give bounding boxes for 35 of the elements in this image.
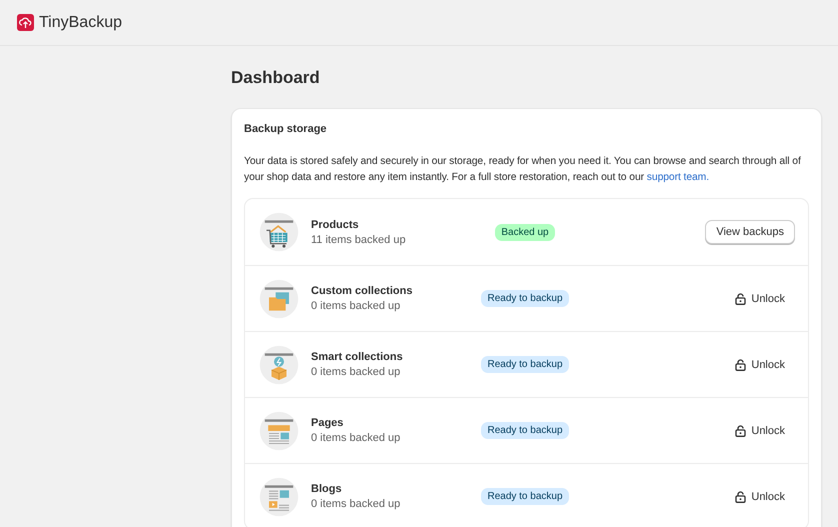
padlock-icon (735, 358, 746, 370)
item-name: Blogs (311, 483, 343, 495)
status-badge: Ready to backup (481, 356, 569, 373)
box-illustration (259, 344, 299, 384)
card-title: Backup storage (244, 123, 328, 135)
item-count: 11 items backed up (311, 234, 407, 246)
status-badge: Ready to backup (481, 290, 569, 307)
blog-page-illustration (259, 476, 299, 516)
item-name: Custom collections (311, 285, 414, 297)
item-name: Pages (311, 417, 344, 429)
status-badge: Ready to backup (481, 488, 569, 505)
storage-description: Your data is stored safely and securely in our storage, ready for when you need it. You can browse and search through all of your shop data and restore any item instantly. For a full store restoration, reach out to our support team. (244, 155, 802, 185)
unlock-button[interactable]: Unlock (735, 488, 795, 506)
item-count: 0 items backed up (311, 432, 402, 444)
page-title: Dashboard (231, 68, 321, 88)
unlock-button[interactable]: Unlock (735, 290, 795, 308)
padlock-icon (735, 424, 746, 436)
item-name: Smart collections (311, 351, 404, 363)
item-count: 0 items backed up (311, 366, 402, 378)
app-name: TinyBackup (39, 14, 122, 32)
status-badge: Backed up (495, 224, 555, 240)
cart-illustration (259, 212, 299, 252)
item-count: 0 items backed up (311, 498, 402, 510)
web-page-illustration (259, 410, 299, 450)
item-count: 0 items backed up (311, 300, 402, 312)
cloud-logo-icon (17, 14, 34, 31)
folder-illustration (259, 278, 299, 318)
view-backups-button[interactable]: View backups (705, 220, 795, 244)
status-badge: Ready to backup (481, 422, 569, 439)
padlock-icon (735, 490, 746, 502)
unlock-button[interactable]: Unlock (735, 422, 795, 440)
padlock-icon (735, 292, 746, 304)
unlock-button[interactable]: Unlock (735, 356, 795, 374)
support-team-link[interactable]: support team. (646, 172, 710, 183)
item-name: Products (311, 218, 360, 230)
